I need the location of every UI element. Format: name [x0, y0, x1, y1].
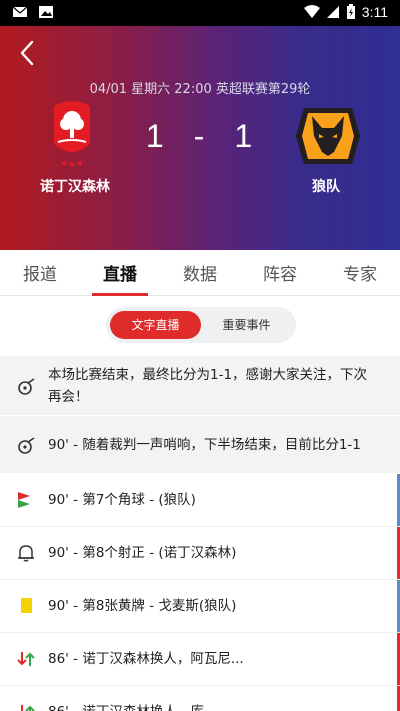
list-item: 90' - 第8个射正 - (诺丁汉森林) — [0, 527, 400, 580]
match-info: 04/01 星期六 22:00 英超联赛第29轮 — [89, 82, 311, 97]
commentary-text: 90' - 第8个射正 - (诺丁汉森林) — [48, 545, 237, 561]
list-item: 86' - 诺丁汉森林换人，阿瓦尼... — [0, 633, 400, 686]
match-header: 04/01 星期六 22:00 英超联赛第29轮 1-1 诺丁汉森林 狼队 — [0, 26, 400, 250]
commentary-text: 90' - 随着裁判一声哨响，下半场结束，目前比分1-1 — [48, 437, 361, 453]
yellow-card-icon — [21, 598, 32, 613]
substitution-icon — [21, 705, 35, 711]
corner-flag-icon — [18, 492, 30, 508]
list-item: 90' - 第7个角球 - (狼队) — [0, 474, 400, 527]
commentary-text: 90' - 第7个角球 - (狼队) — [48, 492, 196, 508]
commentary-text: 86' - 诺丁汉森林换人，库... — [48, 701, 380, 711]
away-team-name: 狼队 — [312, 179, 340, 195]
bell-icon — [18, 545, 34, 562]
tab-experts[interactable]: 专家 — [320, 250, 400, 295]
away-score: 1 — [234, 118, 255, 154]
live-filter-toggle: 文字直播 重要事件 — [106, 307, 296, 343]
list-item: 本场比赛结束，最终比分为1-1，感谢大家关注，下次再会！ — [0, 356, 400, 416]
list-item: 90' - 第8张黄牌 - 戈麦斯(狼队) — [0, 580, 400, 633]
commentary-text: 90' - 第8张黄牌 - 戈麦斯(狼队) — [48, 598, 237, 614]
commentary-text: 86' - 诺丁汉森林换人，阿瓦尼... — [48, 651, 244, 667]
tab-stats[interactable]: 数据 — [160, 250, 240, 295]
score-separator: - — [193, 118, 207, 154]
status-bar: 3:11 — [0, 0, 400, 26]
filter-key-events[interactable]: 重要事件 — [201, 311, 292, 339]
back-arrow-icon[interactable] — [14, 38, 44, 68]
whistle-icon — [18, 437, 35, 454]
tab-report[interactable]: 报道 — [0, 250, 80, 295]
clock: 3:11 — [361, 4, 388, 20]
filter-text-live[interactable]: 文字直播 — [110, 311, 201, 339]
home-team-name: 诺丁汉森林 — [40, 179, 110, 195]
battery-icon — [346, 4, 355, 19]
whistle-icon — [18, 378, 35, 395]
live-commentary-list: 本场比赛结束，最终比分为1-1，感谢大家关注，下次再会！ 90' - 随着裁判一… — [0, 356, 400, 711]
tab-lineup[interactable]: 阵容 — [240, 250, 320, 295]
commentary-text: 本场比赛结束，最终比分为1-1，感谢大家关注，下次再会！ — [48, 367, 368, 405]
list-item: 86' - 诺丁汉森林换人，库... — [0, 686, 400, 711]
list-item: 90' - 随着裁判一声哨响，下半场结束，目前比分1-1 — [0, 416, 400, 474]
signal-icon — [326, 6, 339, 18]
match-tabs: 报道 直播 数据 阵容 专家 — [0, 250, 400, 296]
substitution-icon — [17, 652, 35, 666]
mail-icon — [12, 6, 28, 17]
image-icon — [39, 6, 53, 18]
wolves-logo-icon — [296, 108, 360, 164]
notification-icons — [12, 5, 54, 19]
tab-live[interactable]: 直播 — [80, 250, 160, 296]
wifi-icon — [303, 5, 320, 18]
home-score: 1 — [145, 118, 166, 154]
